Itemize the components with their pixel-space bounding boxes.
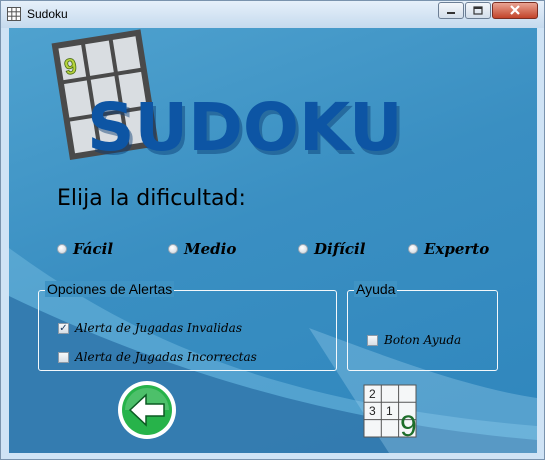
window-title: Sudoku [27, 7, 68, 21]
sudoku-logo: 9 SUDOKU SUDOKU [51, 29, 406, 170]
close-icon [510, 5, 520, 15]
difficulty-expert-radio[interactable]: Experto [408, 240, 489, 258]
incorrect-moves-alert-checkbox[interactable] [58, 351, 69, 363]
incorrect-moves-alert-label: Alerta de Jugadas Incorrectas [75, 350, 257, 364]
radio-button[interactable] [298, 244, 308, 254]
difficulty-hard-label: Difícil [314, 240, 366, 258]
back-button[interactable] [117, 380, 177, 440]
difficulty-easy-radio[interactable]: Fácil [57, 240, 113, 258]
invalid-moves-alert-option[interactable]: ✓ Alerta de Jugadas Invalidas [58, 321, 242, 335]
difficulty-heading: Elija la dificultad: [57, 186, 246, 211]
minimize-button[interactable] [438, 2, 464, 19]
client-area: 9 SUDOKU SUDOKU Elija la dificultad: Fác… [9, 28, 537, 453]
radio-button[interactable] [168, 244, 178, 254]
mini-grid-big-digit: 9 [400, 410, 417, 438]
mini-grid-digit: 2 [369, 387, 376, 401]
app-window: Sudoku 9 SUDOKU SUDOKU Elija la dificult… [0, 0, 545, 460]
help-button-option[interactable]: Boton Ayuda [367, 333, 461, 347]
mini-grid-digit: 1 [386, 404, 393, 418]
maximize-button[interactable] [465, 2, 491, 19]
difficulty-hard-radio[interactable]: Difícil [298, 240, 365, 258]
logo-text: SUDOKU [87, 89, 403, 166]
radio-button[interactable] [408, 244, 418, 254]
invalid-moves-alert-label: Alerta de Jugadas Invalidas [75, 321, 242, 335]
alerts-group: Opciones de Alertas ✓ Alerta de Jugadas … [38, 281, 337, 371]
difficulty-medium-label: Medio [184, 240, 237, 258]
help-button-checkbox[interactable] [367, 334, 378, 346]
maximize-icon [473, 6, 483, 15]
close-button[interactable] [492, 2, 538, 19]
invalid-moves-alert-checkbox[interactable]: ✓ [58, 322, 69, 334]
minimize-icon [447, 11, 455, 14]
title-bar[interactable]: Sudoku [1, 1, 544, 28]
app-grid-icon [7, 7, 21, 21]
difficulty-medium-radio[interactable]: Medio [168, 240, 236, 258]
difficulty-easy-label: Fácil [73, 240, 114, 258]
radio-button[interactable] [57, 244, 67, 254]
mini-sudoku-grid: 2 3 1 9 [363, 384, 417, 438]
incorrect-moves-alert-option[interactable]: Alerta de Jugadas Incorrectas [58, 350, 257, 364]
difficulty-expert-label: Experto [424, 240, 490, 258]
help-group-title: Ayuda [354, 281, 398, 297]
alerts-group-title: Opciones de Alertas [45, 281, 175, 297]
help-button-label: Boton Ayuda [384, 333, 462, 347]
help-group: Ayuda Boton Ayuda [347, 281, 498, 371]
mini-grid-digit: 3 [369, 404, 376, 418]
